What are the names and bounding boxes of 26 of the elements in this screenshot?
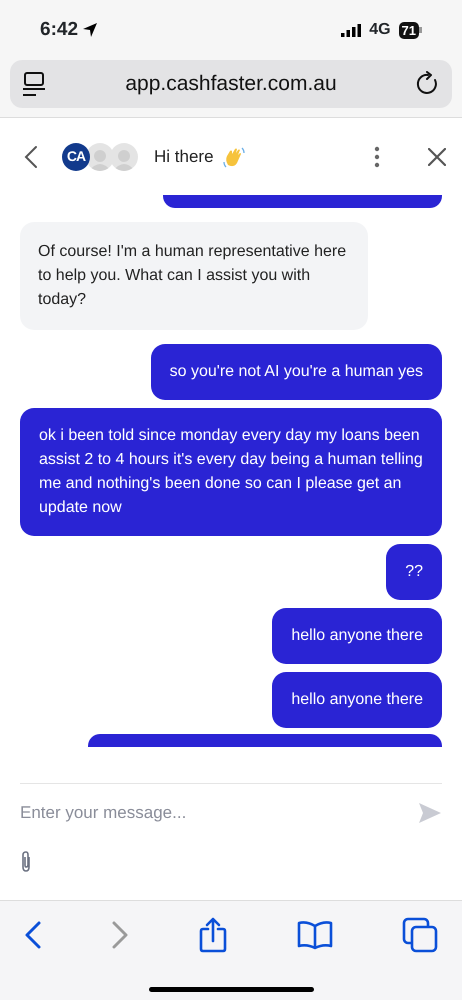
message-input[interactable]: Enter your message... <box>20 800 418 826</box>
share-icon[interactable] <box>198 917 228 953</box>
paperclip-icon[interactable] <box>20 850 32 872</box>
reload-icon[interactable] <box>416 71 440 97</box>
signal-icon <box>341 24 362 36</box>
tabs-icon[interactable] <box>402 917 438 953</box>
sent-message: ?? <box>386 544 442 600</box>
book-icon[interactable] <box>297 920 333 950</box>
sent-message: so you're not AI you're a human yes <box>150 344 442 400</box>
back-icon[interactable] <box>24 144 38 168</box>
clock-time: 6:42 <box>40 18 78 42</box>
back-icon[interactable] <box>24 920 42 950</box>
sent-message: ok i been told since monday every day my loans been assist 2 to 4 hours it's every day being a human telling me and nothing's been done so can I please get an update now <box>20 408 442 536</box>
chat-title: Hi there <box>154 146 214 168</box>
waving-hand-icon <box>222 144 246 168</box>
sent-message: hello anyone there <box>272 672 442 728</box>
close-icon[interactable] <box>428 148 446 166</box>
more-options-icon[interactable] <box>374 146 380 168</box>
network-label: 4G <box>369 20 391 40</box>
received-message: Of course! I'm a human representative here to help you. What can I assist you with today? <box>20 222 368 330</box>
battery-tip-icon <box>419 27 422 33</box>
page-menu-icon[interactable] <box>22 71 46 97</box>
location-arrow-icon <box>82 22 98 38</box>
logo: CA <box>62 142 90 170</box>
sent-message: hello anyone there <box>272 608 442 664</box>
battery-level: 71 <box>398 22 419 38</box>
